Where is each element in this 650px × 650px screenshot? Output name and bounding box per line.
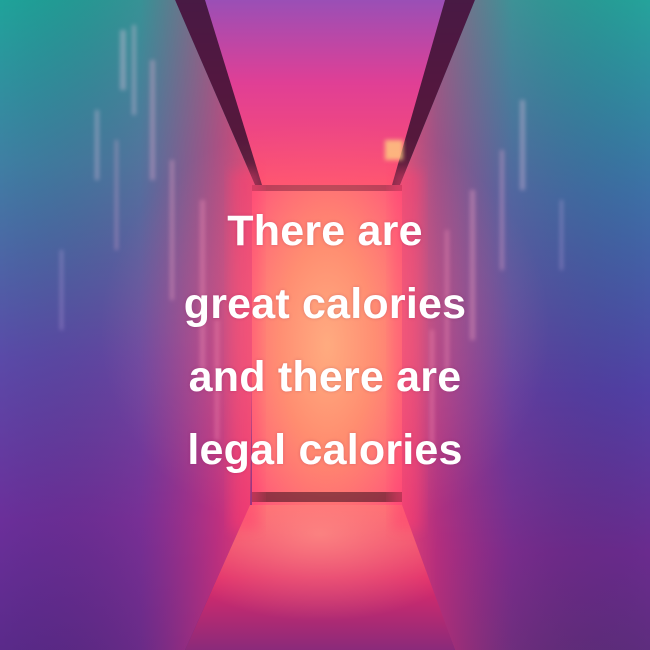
quote-text: There are great calories and there are l…: [0, 195, 650, 487]
quote-image: There are great calories and there are l…: [0, 0, 650, 650]
quote-line-1: There are: [227, 207, 423, 255]
quote-line-2: great calories: [183, 280, 467, 328]
quote-line-3: and there are: [188, 353, 462, 401]
quote-line-4: legal calories: [187, 426, 463, 474]
